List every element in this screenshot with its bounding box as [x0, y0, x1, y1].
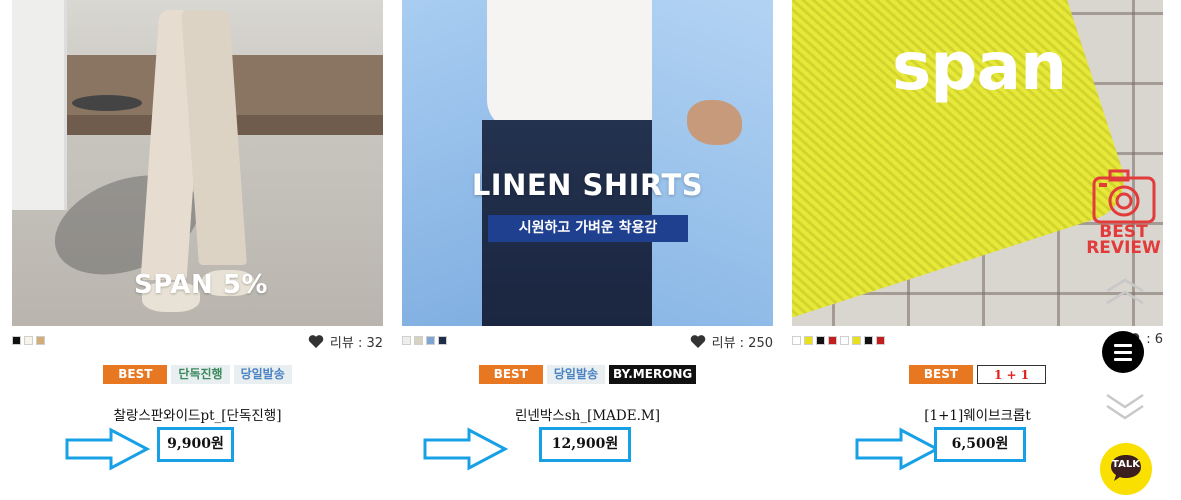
arrow-right-icon [65, 427, 150, 471]
image-subject [652, 0, 773, 326]
best-review-badge: BEST REVIEW [1086, 224, 1161, 258]
arrow-right-icon [855, 427, 940, 471]
badge-row: BEST 당일발송 BY.MERONG [402, 365, 773, 384]
brand-badge: BY.MERONG [609, 365, 697, 384]
image-subtitle: 시원하고 가벼운 착용감 [488, 215, 688, 242]
best-badge: BEST [908, 365, 974, 384]
color-swatch [426, 336, 435, 345]
review-count: 리뷰 : 250 [711, 336, 773, 351]
hamburger-icon [1114, 350, 1132, 354]
scroll-bottom-button[interactable] [1104, 389, 1146, 423]
color-swatch [840, 336, 849, 345]
same-day-badge: 당일발송 [546, 365, 606, 384]
color-swatches [12, 336, 45, 345]
color-swatch [414, 336, 423, 345]
color-swatch [36, 336, 45, 345]
review-info[interactable]: 리뷰 : 250 [690, 332, 773, 351]
heart-icon[interactable] [308, 334, 324, 349]
color-swatch [402, 336, 411, 345]
review-count: : 6 [1146, 332, 1163, 347]
image-title: LINEN SHIRTS [471, 168, 704, 202]
color-swatch [792, 336, 801, 345]
product-price: 12,900원 [539, 427, 631, 462]
color-swatch [852, 336, 861, 345]
product-name[interactable]: 찰랑스판와이드pt_[단독진행] [12, 404, 383, 424]
hamburger-icon [1114, 357, 1132, 361]
same-day-badge: 당일발송 [233, 365, 292, 384]
color-swatches [402, 336, 447, 345]
image-logo: span [892, 28, 1067, 105]
color-swatch [12, 336, 21, 345]
color-swatch [864, 336, 873, 345]
badge-row: BEST 단독진행 당일발송 [12, 365, 383, 384]
color-swatch [876, 336, 885, 345]
color-swatch [816, 336, 825, 345]
product-price: 9,900원 [157, 427, 234, 462]
exclusive-badge: 단독진행 [171, 365, 230, 384]
review-count: 리뷰 : 32 [329, 336, 383, 351]
product-image-1[interactable]: SPAN 5% [12, 0, 383, 326]
arrow-right-icon [423, 427, 508, 471]
menu-button[interactable] [1102, 331, 1144, 373]
camera-icon [1092, 169, 1156, 224]
best-badge: BEST [103, 365, 168, 384]
scroll-top-button[interactable] [1104, 277, 1146, 309]
badge-row: BEST 1 + 1 [792, 365, 1163, 384]
product-card-1[interactable]: SPAN 5% 리뷰 : 32 BEST 단독진행 당일발송 찰랑스판와이드pt… [12, 0, 383, 500]
kakao-talk-label: TALK [1112, 459, 1140, 470]
hamburger-icon [1114, 343, 1132, 347]
review-info[interactable]: 리뷰 : 32 [308, 332, 383, 351]
product-image-2[interactable]: LINEN SHIRTS 시원하고 가벼운 착용감 [402, 0, 773, 326]
image-backdrop [72, 95, 142, 111]
product-name[interactable]: 린넨박스sh_[MADE.M] [402, 404, 773, 424]
heart-icon[interactable] [690, 334, 706, 349]
product-price: 6,500원 [934, 427, 1026, 462]
product-card-3[interactable]: span BEST REVIEW : 6 BEST 1 + 1 [1+1]웨이브… [792, 0, 1163, 500]
one-plus-one-badge: 1 + 1 [977, 365, 1047, 384]
image-subject [687, 100, 742, 145]
color-swatches [792, 336, 885, 345]
best-review-line: REVIEW [1086, 238, 1161, 258]
color-swatch [804, 336, 813, 345]
image-overlay-text: SPAN 5% [134, 270, 268, 300]
best-badge: BEST [478, 365, 543, 384]
color-swatch [438, 336, 447, 345]
product-card-2[interactable]: LINEN SHIRTS 시원하고 가벼운 착용감 리뷰 : 250 BEST … [402, 0, 773, 500]
color-swatch [828, 336, 837, 345]
image-backdrop [12, 0, 67, 210]
color-swatch [24, 336, 33, 345]
